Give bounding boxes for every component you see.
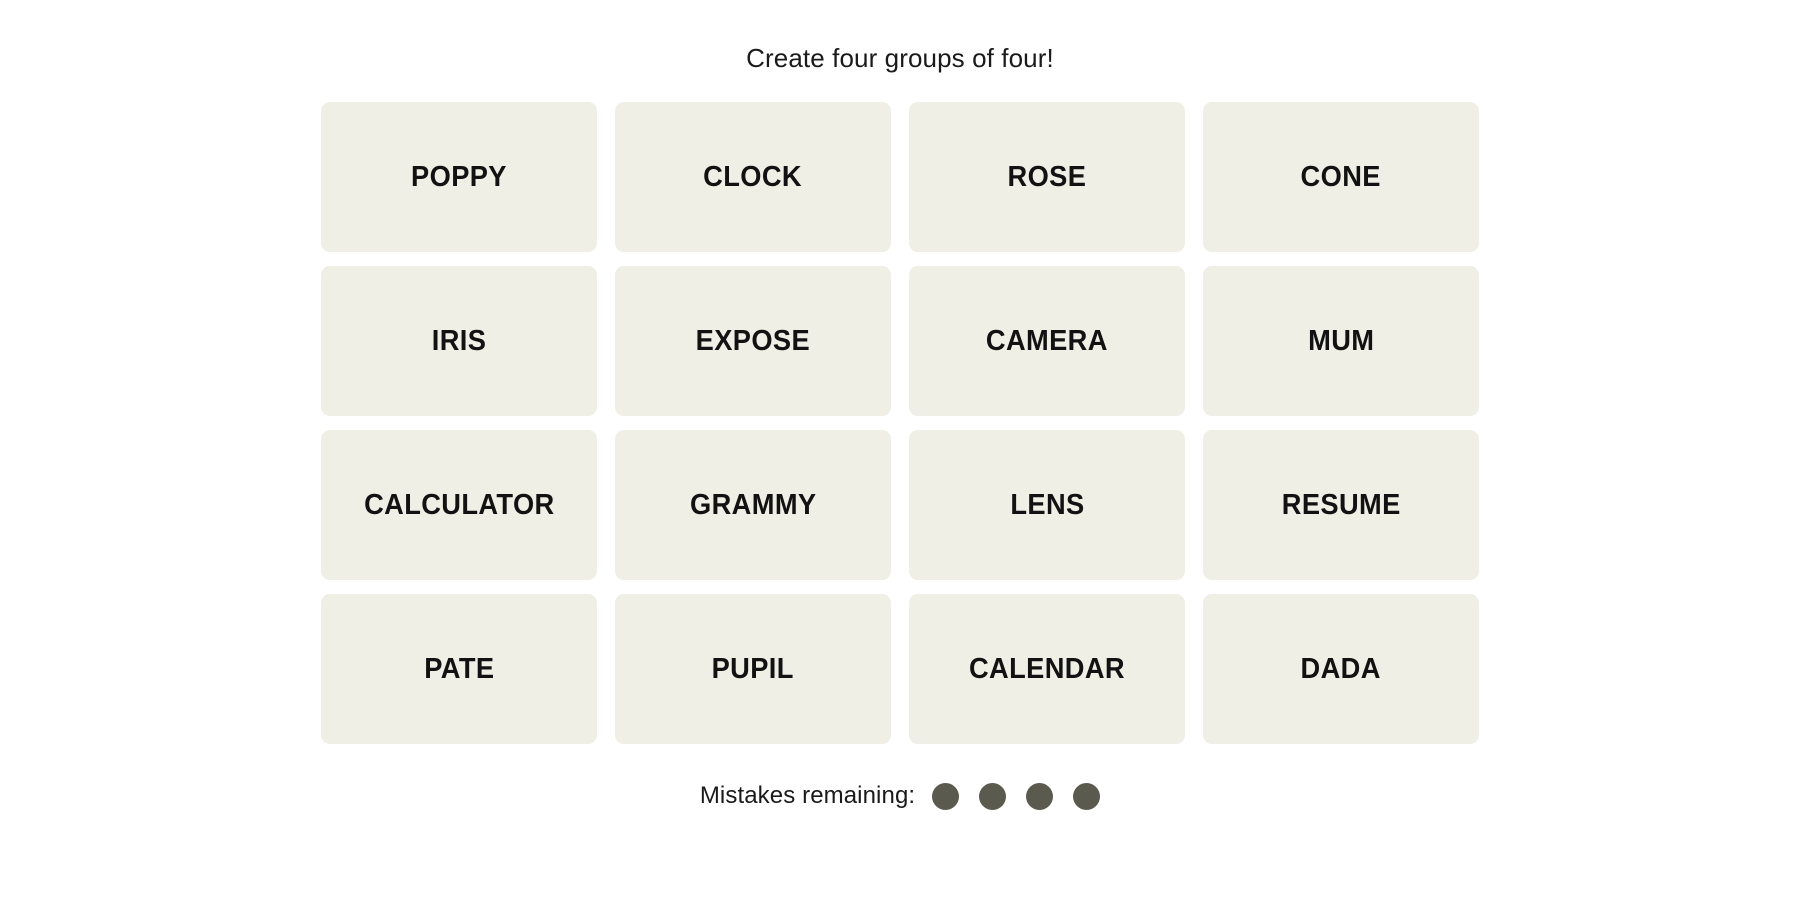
word-tile[interactable]: CONE xyxy=(1203,102,1479,253)
mistake-dot-icon xyxy=(932,782,960,810)
mistake-dot-icon xyxy=(1073,782,1101,810)
word-tile[interactable]: PATE xyxy=(321,594,597,745)
word-tile[interactable]: LENS xyxy=(909,430,1185,581)
mistake-dot-icon xyxy=(1026,782,1054,810)
mistakes-remaining-bar: Mistakes remaining: xyxy=(699,782,1101,810)
word-tile-grid: POPPY CLOCK ROSE CONE IRIS EXPOSE CAMERA… xyxy=(321,102,1479,745)
word-tile[interactable]: POPPY xyxy=(321,102,597,253)
word-tile-label: PATE xyxy=(423,652,495,685)
word-tile-label: DADA xyxy=(1300,652,1382,685)
word-tile-label: CLOCK xyxy=(703,160,803,193)
word-tile[interactable]: CLOCK xyxy=(615,102,891,253)
word-tile-label: CALENDAR xyxy=(969,652,1125,685)
word-tile-label: GRAMMY xyxy=(689,488,817,521)
word-tile-label: RESUME xyxy=(1281,488,1401,521)
word-tile[interactable]: ROSE xyxy=(909,102,1185,253)
word-tile-label: MUM xyxy=(1307,324,1375,357)
word-tile-label: LENS xyxy=(1009,488,1085,521)
mistakes-dots-group xyxy=(932,782,1101,810)
word-tile-label: IRIS xyxy=(431,324,487,357)
word-tile[interactable]: IRIS xyxy=(321,266,597,417)
word-tile-label: PUPIL xyxy=(711,652,795,685)
word-tile-label: CONE xyxy=(1300,160,1382,193)
word-tile-label: CALCULATOR xyxy=(363,488,555,521)
word-tile-label: EXPOSE xyxy=(695,324,811,357)
connections-game: Create four groups of four! POPPY CLOCK … xyxy=(128,0,1673,900)
word-tile[interactable]: CALCULATOR xyxy=(321,430,597,581)
mistake-dot-icon xyxy=(979,782,1007,810)
word-tile[interactable]: GRAMMY xyxy=(615,430,891,581)
word-tile[interactable]: PUPIL xyxy=(615,594,891,745)
word-tile[interactable]: CAMERA xyxy=(909,266,1185,417)
word-tile[interactable]: RESUME xyxy=(1203,430,1479,581)
word-tile[interactable]: CALENDAR xyxy=(909,594,1185,745)
word-tile-label: ROSE xyxy=(1007,160,1087,193)
word-tile[interactable]: MUM xyxy=(1203,266,1479,417)
word-tile[interactable]: EXPOSE xyxy=(615,266,891,417)
word-tile[interactable]: DADA xyxy=(1203,594,1479,745)
word-tile-label: POPPY xyxy=(411,160,507,193)
mistakes-remaining-label: Mistakes remaining: xyxy=(699,782,916,810)
word-tile-label: CAMERA xyxy=(986,324,1108,357)
page-title: Create four groups of four! xyxy=(746,43,1054,73)
